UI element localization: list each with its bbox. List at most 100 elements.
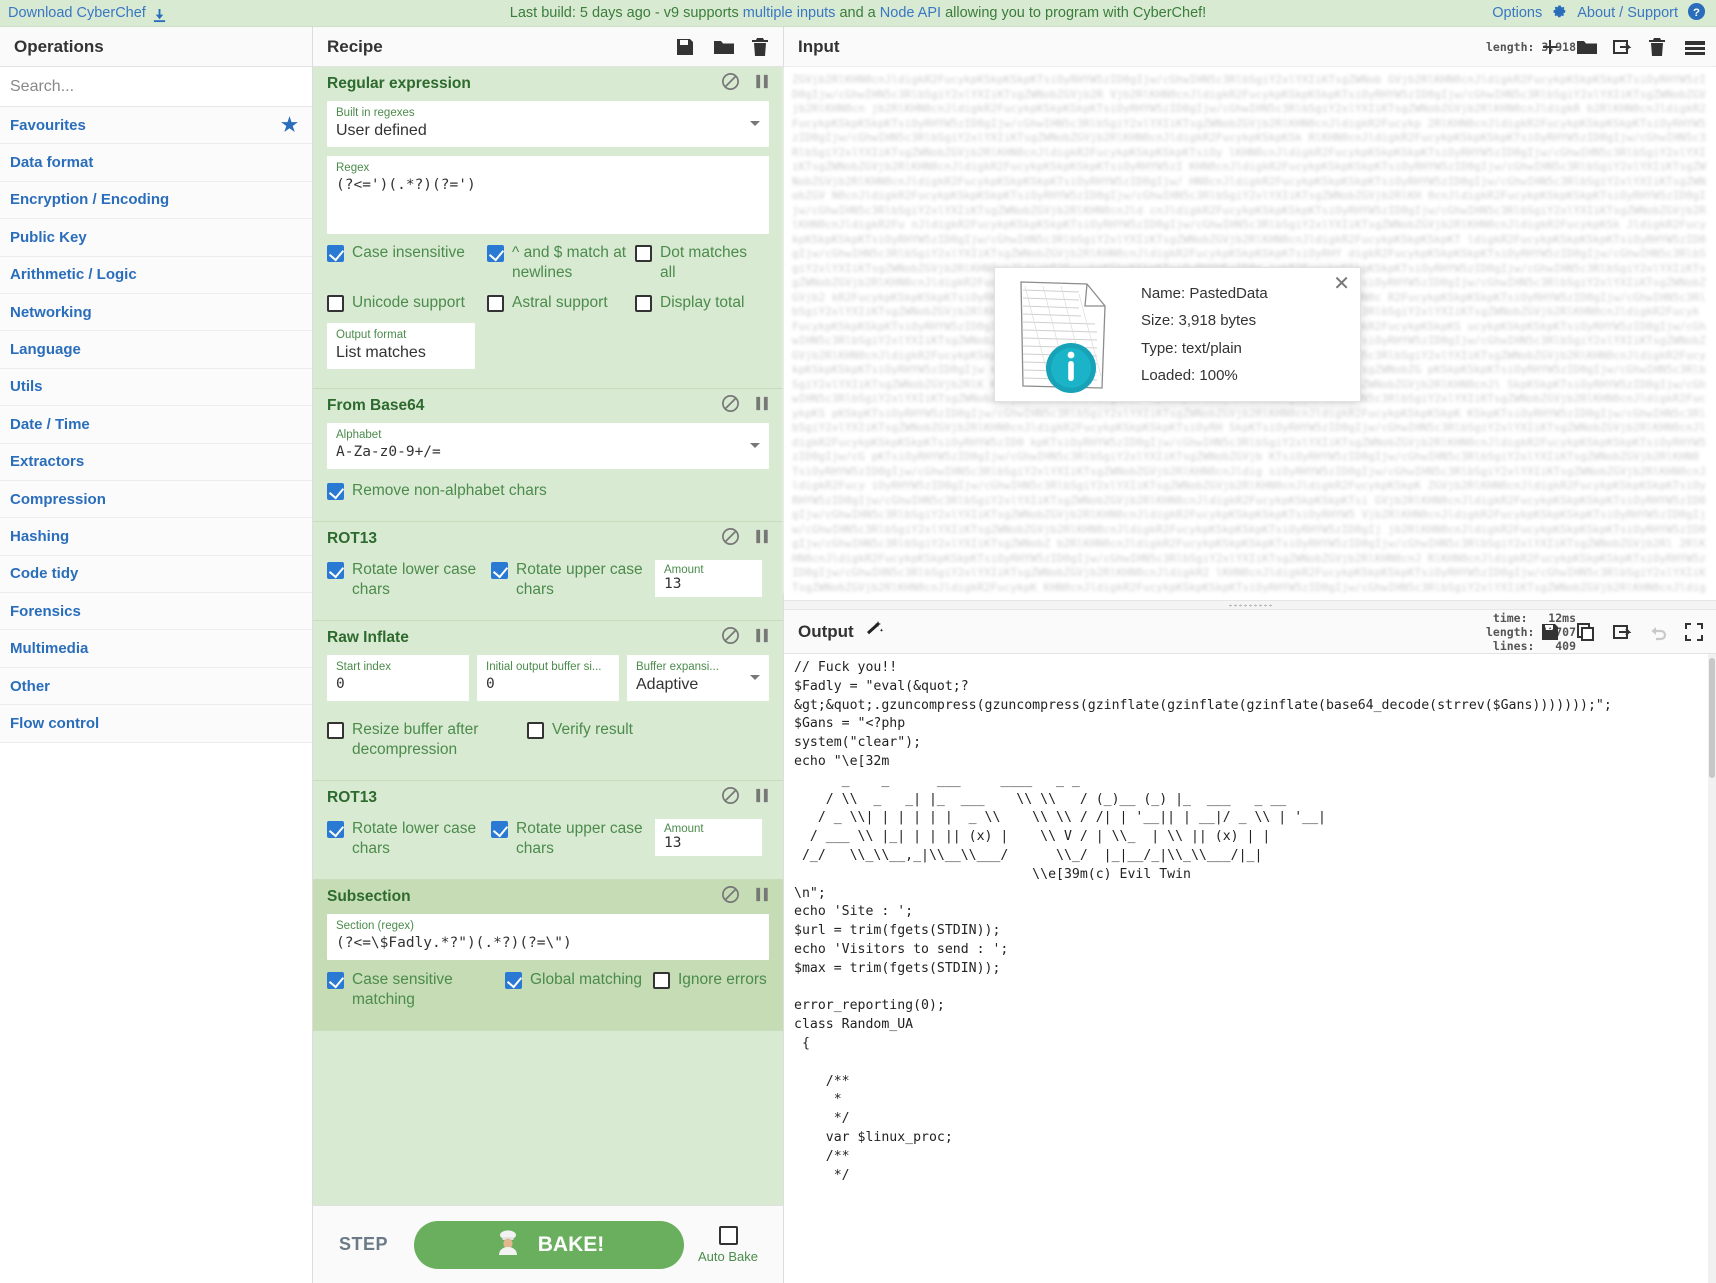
magic-wand-icon[interactable] <box>864 619 884 644</box>
recipe-checkbox[interactable]: Rotate lower case chars <box>327 819 491 859</box>
checkbox-box[interactable] <box>327 562 344 579</box>
recipe-checkbox[interactable]: Case insensitive <box>327 243 487 263</box>
recipe-checkbox[interactable]: Display total <box>635 293 765 313</box>
recipe-op-from-base64[interactable]: From Base64 Alphabet A-Za-z0-9+/= Remove no… <box>313 389 783 522</box>
checkbox-box[interactable] <box>327 295 344 312</box>
checkbox-box[interactable] <box>487 245 504 262</box>
auto-bake-toggle[interactable]: Auto Bake <box>698 1225 758 1264</box>
operations-category-multimedia[interactable]: Multimedia <box>0 630 312 668</box>
checkbox-box[interactable] <box>505 972 522 989</box>
operations-category-favourites[interactable]: Favourites ★ <box>0 107 312 145</box>
recipe-field-alphabet[interactable]: Alphabet A-Za-z0-9+/= <box>327 423 769 469</box>
recipe-checkbox[interactable]: Rotate lower case chars <box>327 560 491 600</box>
add-input-tab-icon[interactable] <box>1540 37 1560 57</box>
output-scrollbar[interactable] <box>1708 654 1716 1283</box>
undo-icon[interactable] <box>1648 622 1668 642</box>
operations-category-arithmetic-logic[interactable]: Arithmetic / Logic <box>0 256 312 294</box>
recipe-field[interactable]: Regex (?<=')(.*?)(?=') <box>327 156 769 234</box>
load-recipe-folder-icon[interactable] <box>713 37 734 57</box>
output-textarea[interactable]: // Fuck you!! $Fadly = "eval(&quot;? &gt… <box>784 654 1708 1283</box>
breakpoint-op-icon[interactable] <box>755 527 769 551</box>
disable-op-icon[interactable] <box>721 72 740 96</box>
operations-category-encryption-encoding[interactable]: Encryption / Encoding <box>0 181 312 220</box>
breakpoint-op-icon[interactable] <box>755 72 769 96</box>
operations-category-forensics[interactable]: Forensics <box>0 593 312 631</box>
disable-op-icon[interactable] <box>721 885 740 909</box>
operations-category-other[interactable]: Other <box>0 667 312 706</box>
checkbox-box[interactable] <box>527 722 544 739</box>
recipe-op-header[interactable]: Subsection <box>313 880 783 914</box>
recipe-op-raw-inflate[interactable]: Raw Inflate Start index 0 Initial output bu… <box>313 621 783 781</box>
recipe-checkbox[interactable]: Ignore errors <box>653 970 767 990</box>
disable-op-icon[interactable] <box>721 394 740 418</box>
recipe-checkbox[interactable]: ^ and $ match at newlines <box>487 243 635 283</box>
io-splitter[interactable] <box>784 600 1716 610</box>
recipe-checkbox[interactable]: Rotate upper case chars <box>491 819 655 859</box>
recipe-op-header[interactable]: ROT13 <box>313 522 783 556</box>
recipe-field-start-index[interactable]: Start index 0 <box>327 655 469 701</box>
recipe-field-output-format[interactable]: Output format List matches <box>327 323 475 369</box>
search-input[interactable] <box>0 67 312 106</box>
recipe-checkbox[interactable]: Astral support <box>487 293 635 313</box>
breakpoint-op-icon[interactable] <box>755 885 769 909</box>
checkbox-box[interactable] <box>327 722 344 739</box>
recipe-op-rot13-1[interactable]: ROT13 Rotate lower case chars Rotate upper… <box>313 522 783 621</box>
checkbox-box[interactable] <box>653 972 670 989</box>
replace-input-with-output-icon[interactable] <box>1612 622 1632 642</box>
clear-recipe-trash-icon[interactable] <box>751 37 771 57</box>
step-button[interactable]: STEP <box>327 1226 400 1263</box>
open-folder-as-input-icon[interactable] <box>1612 37 1632 57</box>
operations-category-flow-control[interactable]: Flow control <box>0 705 312 743</box>
operations-category-extractors[interactable]: Extractors <box>0 443 312 481</box>
recipe-field[interactable]: Built in regexes User defined <box>327 101 769 147</box>
operations-category-language[interactable]: Language <box>0 331 312 369</box>
options-button[interactable]: Options <box>1492 5 1542 21</box>
recipe-checkbox[interactable]: Dot matches all <box>635 243 765 283</box>
breakpoint-op-icon[interactable] <box>755 626 769 650</box>
checkbox-box[interactable] <box>327 483 344 500</box>
disable-op-icon[interactable] <box>721 626 740 650</box>
auto-bake-checkbox[interactable] <box>718 1225 738 1245</box>
disable-op-icon[interactable] <box>721 786 740 810</box>
operations-category-data-format[interactable]: Data format <box>0 144 312 182</box>
operations-category-date-time[interactable]: Date / Time <box>0 406 312 444</box>
recipe-checkbox[interactable]: Resize buffer after decompression <box>327 720 527 760</box>
open-file-folder-icon[interactable] <box>1576 37 1597 57</box>
input-tabs-icon[interactable] <box>1684 37 1705 57</box>
recipe-op-subsection[interactable]: Subsection Section (regex) (?<=\$Fadly.*?"… <box>313 880 783 1031</box>
recipe-checkbox[interactable]: Remove non-alphabet chars <box>327 481 547 501</box>
breakpoint-op-icon[interactable] <box>755 394 769 418</box>
recipe-field-initial-buffer[interactable]: Initial output buffer si... 0 <box>477 655 619 701</box>
node-api-link[interactable]: Node API <box>880 5 941 21</box>
recipe-op-rot13-2[interactable]: ROT13 Rotate lower case chars Rotate upper… <box>313 781 783 880</box>
breakpoint-op-icon[interactable] <box>755 786 769 810</box>
operations-category-public-key[interactable]: Public Key <box>0 219 312 257</box>
save-recipe-icon[interactable] <box>675 37 695 57</box>
recipe-op-header[interactable]: ROT13 <box>313 781 783 815</box>
checkbox-box[interactable] <box>491 562 508 579</box>
recipe-op-header[interactable]: Regular expression <box>313 67 783 101</box>
close-icon[interactable]: ✕ <box>1333 274 1350 294</box>
recipe-operation-list[interactable]: Regular expression Built in regexes User d… <box>313 67 783 1205</box>
recipe-checkbox[interactable]: Global matching <box>505 970 653 990</box>
recipe-field-amount[interactable]: Amount 13 <box>655 819 762 856</box>
checkbox-box[interactable] <box>491 821 508 838</box>
operations-category-networking[interactable]: Networking <box>0 293 312 332</box>
recipe-op-header[interactable]: Raw Inflate <box>313 621 783 655</box>
gear-icon[interactable] <box>1551 3 1568 24</box>
help-icon[interactable]: ? <box>1687 2 1706 25</box>
recipe-checkbox[interactable]: Case sensitive matching <box>327 970 505 1010</box>
recipe-checkbox[interactable]: Rotate upper case chars <box>491 560 655 600</box>
recipe-op-header[interactable]: From Base64 <box>313 389 783 423</box>
clear-input-trash-icon[interactable] <box>1648 37 1668 57</box>
checkbox-box[interactable] <box>327 821 344 838</box>
operations-category-compression[interactable]: Compression <box>0 480 312 519</box>
recipe-field-buffer-expansion[interactable]: Buffer expansi... Adaptive <box>627 655 769 701</box>
recipe-field-amount[interactable]: Amount 13 <box>655 560 762 597</box>
checkbox-box[interactable] <box>327 245 344 262</box>
recipe-op-regular-expression[interactable]: Regular expression Built in regexes User d… <box>313 67 783 389</box>
checkbox-box[interactable] <box>635 295 652 312</box>
recipe-checkbox[interactable]: Unicode support <box>327 293 487 313</box>
bake-button[interactable]: BAKE! <box>414 1220 685 1269</box>
recipe-checkbox[interactable]: Verify result <box>527 720 633 740</box>
